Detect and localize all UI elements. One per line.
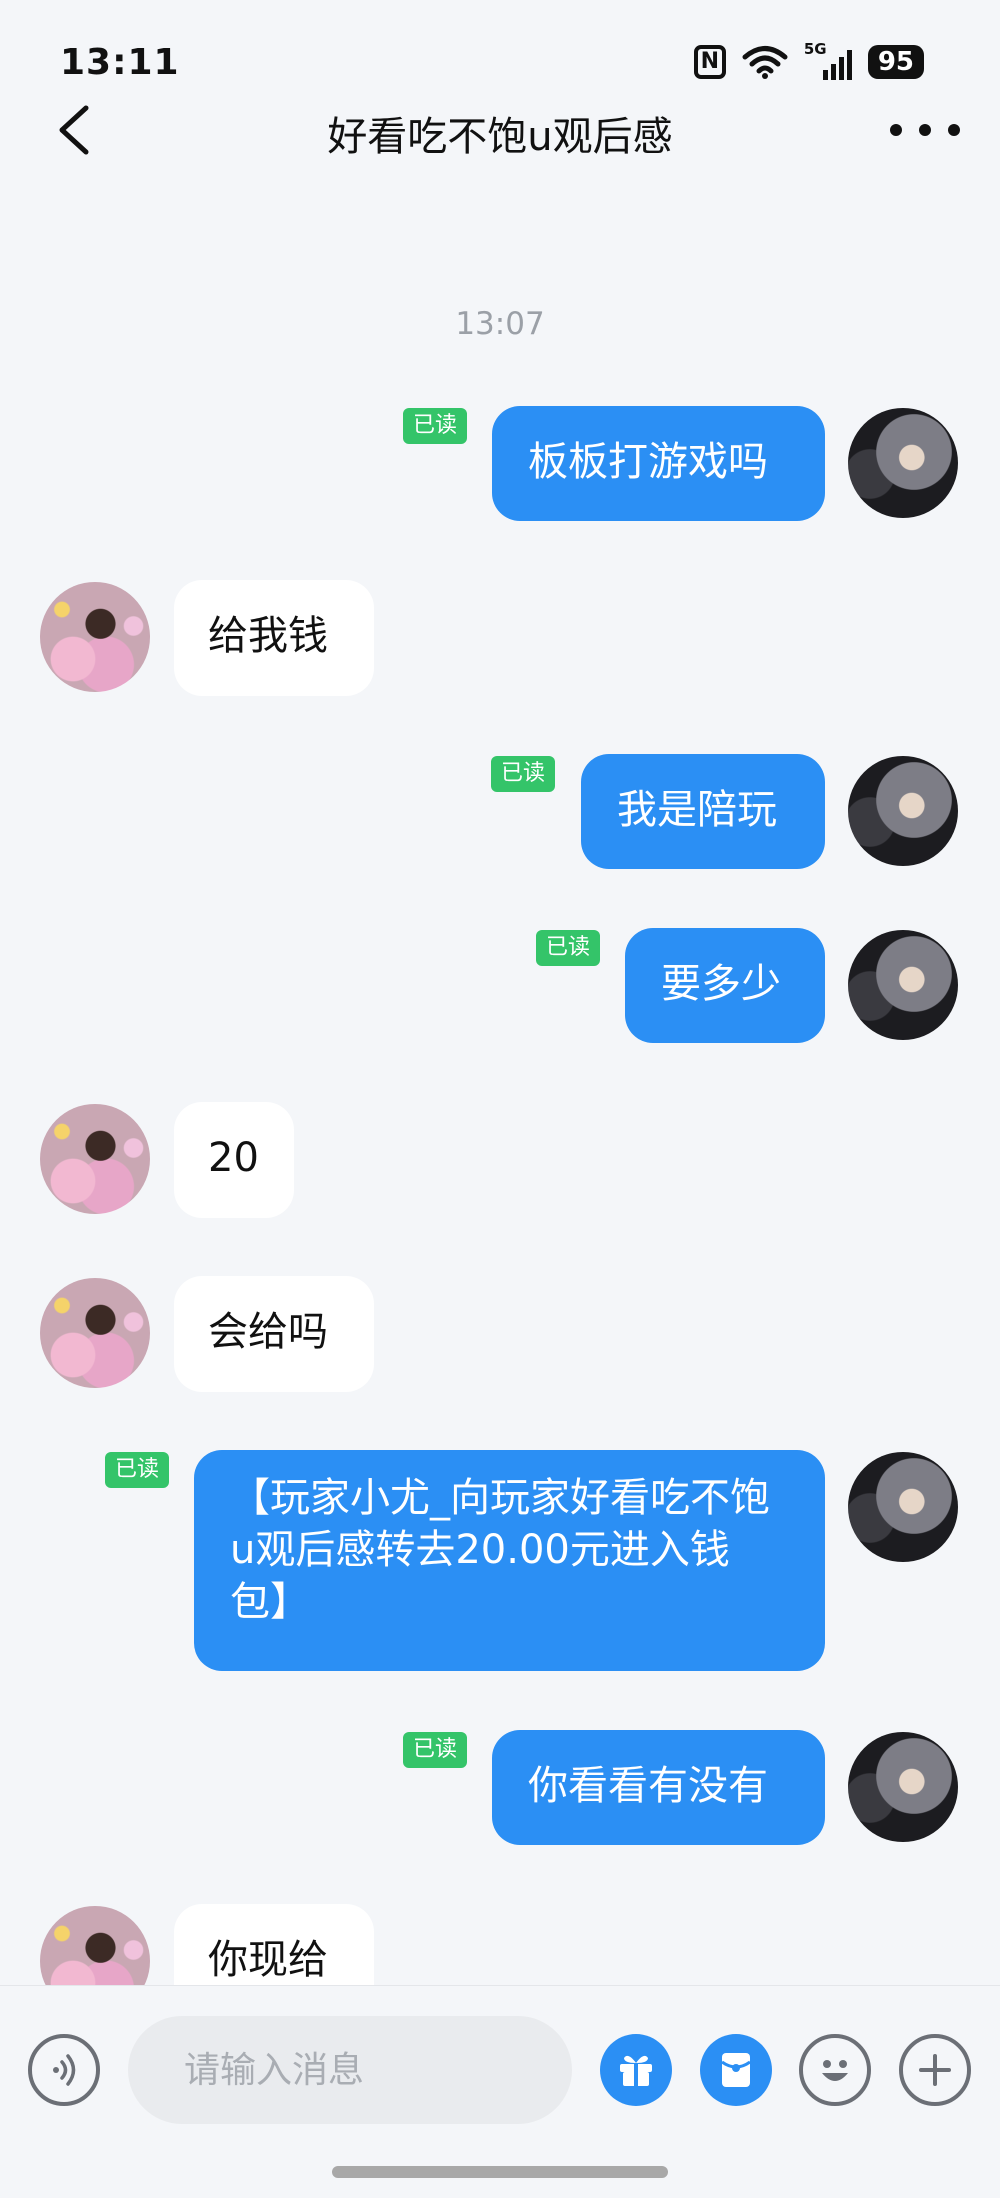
incoming-message-bubble[interactable]: 会给吗 [174,1276,374,1392]
incoming-message-bubble[interactable]: 给我钱 [174,580,374,696]
read-badge: 已读 [491,756,556,792]
read-badge: 已读 [536,930,601,966]
outgoing-message-bubble[interactable]: 板板打游戏吗 [492,406,825,521]
outgoing-message-bubble[interactable]: 你看看有没有 [492,1730,825,1845]
nfc-icon: N [693,45,726,79]
more-dot-icon [919,124,931,136]
read-badge: 已读 [105,1452,170,1488]
read-badge: 已读 [403,1732,468,1768]
plus-icon [919,2054,951,2086]
incoming-message-bubble[interactable]: 20 [174,1102,294,1218]
contact-avatar[interactable] [40,1104,150,1214]
self-avatar[interactable] [848,930,958,1040]
read-badge: 已读 [403,408,468,444]
self-avatar[interactable] [848,1732,958,1842]
status-time: 13:11 [60,42,180,83]
outgoing-message-bubble[interactable]: 要多少 [625,928,825,1043]
contact-avatar[interactable] [40,582,150,692]
gift-icon [620,2055,652,2086]
more-actions-button[interactable] [899,2034,971,2106]
self-avatar[interactable] [848,1452,958,1562]
home-indicator[interactable] [332,2166,668,2178]
gift-button[interactable] [600,2034,672,2106]
emoji-button[interactable] [799,2034,871,2106]
red-packet-icon [721,2053,751,2087]
more-dot-icon [890,124,902,136]
emoji-icon [822,2060,848,2081]
contact-avatar[interactable] [40,1278,150,1388]
wifi-icon [742,46,788,79]
more-options-button[interactable] [890,110,960,150]
page-title: 好看吃不饱u观后感 [327,114,673,160]
voice-icon [53,2054,76,2086]
outgoing-message-bubble[interactable]: 【玩家小尤_向玩家好看吃不饱u观后感转去20.00元进入钱包】 [194,1450,825,1671]
red-packet-button[interactable] [700,2034,772,2106]
self-avatar[interactable] [848,756,958,866]
message-timestamp: 13:07 [455,306,545,342]
chat-header: 好看吃不饱u观后感 [0,90,1000,170]
outgoing-message-bubble[interactable]: 我是陪玩 [581,754,825,869]
self-avatar[interactable] [848,408,958,518]
battery-indicator: 95 [867,45,924,79]
cell-signal-icon: 5G [804,40,852,80]
status-icons: N 5G 95 [693,40,924,80]
more-dot-icon [948,124,960,136]
voice-input-button[interactable] [28,2034,100,2106]
message-input[interactable] [128,2016,572,2124]
